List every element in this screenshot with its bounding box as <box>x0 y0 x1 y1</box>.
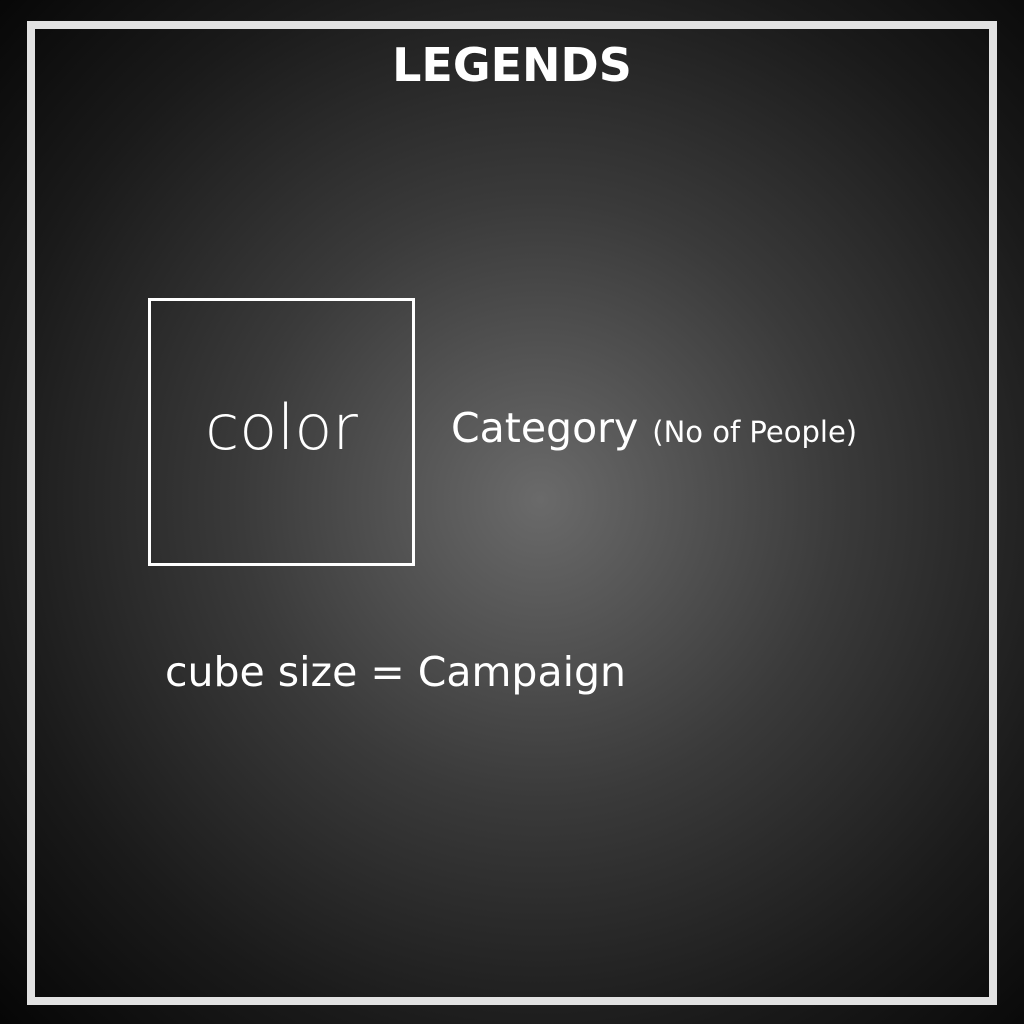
color-swatch-box: color <box>148 298 415 566</box>
category-note: (No of People) <box>652 415 858 449</box>
size-legend: cube size = Campaign <box>165 648 626 696</box>
swatch-label: color <box>205 390 358 464</box>
category-legend: Category (No of People) <box>451 404 857 452</box>
page-title: LEGENDS <box>392 38 632 92</box>
category-label: Category <box>451 404 639 452</box>
